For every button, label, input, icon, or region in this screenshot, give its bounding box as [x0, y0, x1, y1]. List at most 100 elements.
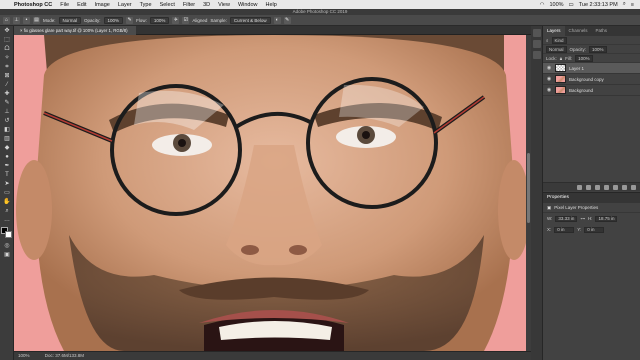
libraries-panel-icon[interactable] — [533, 51, 541, 59]
layer-row-background-copy[interactable]: ◉ Background copy — [543, 74, 640, 85]
history-brush-tool-icon[interactable]: ↺ — [2, 117, 12, 125]
layer-opacity-field[interactable]: 100% — [589, 45, 607, 53]
menu-layer[interactable]: Layer — [118, 2, 132, 8]
eraser-tool-icon[interactable]: ◧ — [2, 126, 12, 134]
visibility-eye-icon[interactable]: ◉ — [546, 65, 552, 71]
layer-style-icon[interactable] — [586, 184, 591, 190]
mac-menubar: Photoshop CC File Edit Image Layer Type … — [0, 0, 640, 9]
more-tools-icon[interactable]: … — [2, 216, 12, 224]
tab-channels[interactable]: Channels — [565, 26, 592, 36]
path-select-tool-icon[interactable]: ➤ — [2, 180, 12, 188]
dodge-tool-icon[interactable]: ● — [2, 153, 12, 161]
photo-image — [14, 35, 531, 351]
pressure-opacity-icon[interactable]: ✎ — [126, 16, 134, 24]
menu-list-icon[interactable]: ≡ — [631, 2, 634, 8]
zoom-tool-icon[interactable]: ⌕ — [2, 207, 12, 215]
filter-kind-icon[interactable]: ⌕ — [546, 38, 549, 43]
delete-layer-icon[interactable] — [631, 184, 636, 190]
adjustment-layer-icon[interactable] — [604, 184, 609, 190]
menu-select[interactable]: Select — [160, 2, 175, 8]
move-tool-icon[interactable]: ✥ — [2, 27, 12, 35]
screen-mode-icon[interactable]: ▣ — [2, 251, 12, 259]
lock-row: Lock: 🔒︎ Fill: 100% — [543, 54, 640, 63]
fill-field[interactable]: 100% — [575, 54, 593, 62]
flow-field[interactable]: 100% — [149, 16, 170, 24]
link-size-icon[interactable]: ⊶ — [580, 216, 585, 222]
healing-brush-tool-icon[interactable]: ✚ — [2, 90, 12, 98]
visibility-eye-icon[interactable]: ◉ — [546, 76, 552, 82]
tab-layers[interactable]: Layers — [543, 26, 565, 36]
search-icon[interactable]: ⌕ — [623, 1, 626, 8]
opacity-field[interactable]: 100% — [103, 16, 124, 24]
lock-icon[interactable]: 🔒︎ — [560, 56, 562, 61]
aligned-checkbox[interactable]: ☑ — [182, 16, 190, 24]
visibility-eye-icon[interactable]: ◉ — [546, 87, 552, 93]
shape-tool-icon[interactable]: ▭ — [2, 189, 12, 197]
pressure-size-icon[interactable]: ✎ — [283, 16, 291, 24]
layer-row-background[interactable]: ◉ Background — [543, 85, 640, 96]
blur-tool-icon[interactable]: ◆ — [2, 144, 12, 152]
menu-filter[interactable]: Filter — [183, 2, 195, 8]
home-icon[interactable]: ⌂ — [3, 16, 10, 24]
history-panel-icon[interactable] — [533, 29, 541, 37]
x-field[interactable]: 0 in — [554, 226, 575, 233]
document-canvas[interactable] — [14, 35, 531, 351]
frame-tool-icon[interactable]: ⊠ — [2, 72, 12, 80]
menu-edit[interactable]: Edit — [77, 2, 86, 8]
lasso-tool-icon[interactable]: ᗝ — [2, 45, 12, 53]
properties-title: Properties — [543, 193, 640, 203]
crop-tool-icon[interactable]: ⌗ — [2, 63, 12, 71]
pixel-layer-icon: ▣ — [547, 204, 552, 210]
menu-window[interactable]: Window — [238, 2, 258, 8]
quick-select-tool-icon[interactable]: ✧ — [2, 54, 12, 62]
app-menu[interactable]: Photoshop CC — [14, 2, 52, 8]
gradient-tool-icon[interactable]: ▥ — [2, 135, 12, 143]
sample-select[interactable]: Current & Below — [229, 16, 271, 24]
menu-view[interactable]: View — [218, 2, 230, 8]
color-swatches[interactable] — [1, 227, 13, 239]
new-layer-icon[interactable] — [622, 184, 627, 190]
battery-icon[interactable]: ▭ — [569, 2, 574, 8]
clone-stamp-preset-icon[interactable]: ⊥ — [13, 16, 20, 24]
clone-source-icon[interactable]: ▤ — [33, 16, 40, 24]
wifi-icon[interactable]: ◠ — [540, 2, 545, 8]
ignore-adjustment-icon[interactable]: ◐ — [273, 16, 281, 24]
quick-mask-icon[interactable]: ◎ — [2, 242, 12, 250]
layer-row-layer-1[interactable]: ◉ Layer 1 — [543, 63, 640, 74]
new-group-icon[interactable] — [613, 184, 618, 190]
type-tool-icon[interactable]: T — [2, 171, 12, 179]
width-field[interactable]: 33.33 in — [555, 215, 578, 222]
zoom-level[interactable]: 100% — [18, 353, 30, 358]
filter-kind-select[interactable]: Kind — [551, 36, 567, 44]
airbrush-icon[interactable]: ✈ — [172, 16, 180, 24]
add-mask-icon[interactable] — [595, 184, 600, 190]
pen-tool-icon[interactable]: ✒ — [2, 162, 12, 170]
brush-tool-icon[interactable]: ✎ — [2, 99, 12, 107]
scrollbar-thumb[interactable] — [527, 153, 530, 223]
document-tab[interactable]: × fix glasses glare part way.tif @ 100% … — [14, 26, 136, 35]
menu-type[interactable]: Type — [140, 2, 152, 8]
menu-3d[interactable]: 3D — [203, 2, 210, 8]
clone-stamp-tool-icon[interactable]: ⊥ — [2, 108, 12, 116]
marquee-tool-icon[interactable]: ⬚ — [2, 36, 12, 44]
link-layers-icon[interactable] — [577, 184, 582, 190]
menu-file[interactable]: File — [60, 2, 69, 8]
height-field[interactable]: 18.75 in — [595, 215, 618, 222]
menu-image[interactable]: Image — [95, 2, 110, 8]
blend-mode-select[interactable]: Normal — [546, 45, 567, 53]
layer-thumbnail — [555, 64, 566, 72]
tab-paths[interactable]: Paths — [592, 26, 612, 36]
hand-tool-icon[interactable]: ✋ — [2, 198, 12, 206]
menubar-status: ◠ 100% ▭ Tue 2:33:13 PM ⌕ ≡ — [540, 1, 640, 8]
document-tab-label: fix glasses glare part way.tif @ 100% (L… — [23, 28, 128, 33]
y-field[interactable]: 0 in — [584, 226, 605, 233]
clock[interactable]: Tue 2:33:13 PM — [579, 2, 618, 8]
background-color-swatch[interactable] — [5, 231, 12, 238]
document-tab-bar: × fix glasses glare part way.tif @ 100% … — [14, 26, 531, 35]
eyedropper-tool-icon[interactable]: ⁄ — [2, 81, 12, 89]
adjustments-panel-icon[interactable] — [533, 40, 541, 48]
doc-size[interactable]: Doc: 37.6M/133.8M — [45, 353, 84, 358]
menu-help[interactable]: Help — [266, 2, 277, 8]
mode-select[interactable]: Normal — [58, 16, 82, 24]
brush-size-icon[interactable]: • — [23, 16, 30, 24]
